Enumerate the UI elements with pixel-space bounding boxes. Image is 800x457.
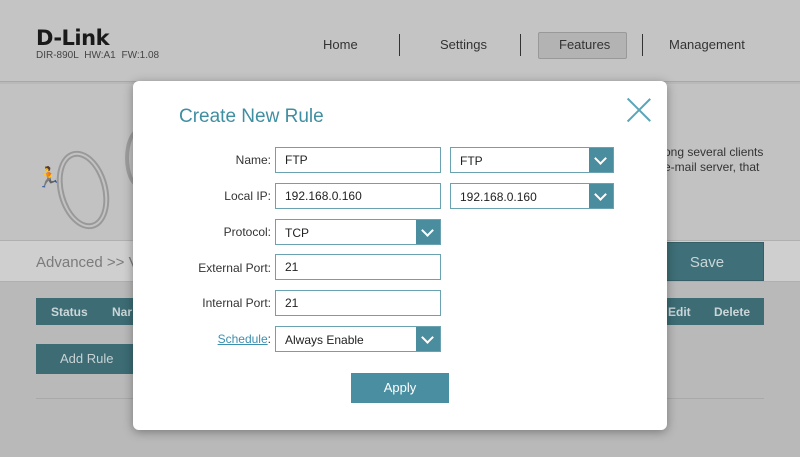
chevron-down-icon[interactable] bbox=[416, 327, 440, 351]
local-ip-field[interactable] bbox=[275, 183, 441, 209]
apply-button[interactable]: Apply bbox=[351, 373, 449, 403]
device-info: DIR-890L HW:A1 FW:1.08 bbox=[36, 50, 159, 61]
create-rule-dialog: Create New Rule Name: FTP Local IP: 192.… bbox=[133, 81, 667, 430]
external-port-label: External Port: bbox=[198, 261, 271, 275]
hero-description-line: e-mail server, that bbox=[664, 160, 760, 174]
local-ip-select[interactable]: 192.168.0.160 bbox=[450, 183, 614, 209]
nav-management[interactable]: Management bbox=[669, 37, 745, 52]
hero-description-line: ong several clients bbox=[664, 145, 764, 159]
name-input[interactable] bbox=[276, 148, 440, 172]
column-edit: Edit bbox=[668, 305, 691, 319]
save-button[interactable]: Save bbox=[650, 242, 764, 281]
nav-divider bbox=[520, 34, 521, 56]
schedule-value: Always Enable bbox=[285, 333, 364, 347]
chevron-down-icon[interactable] bbox=[589, 184, 613, 208]
internal-port-input[interactable] bbox=[276, 291, 440, 315]
name-label: Name: bbox=[235, 153, 271, 167]
hw-version: HW:A1 bbox=[84, 50, 116, 61]
nav-settings[interactable]: Settings bbox=[440, 37, 487, 52]
internal-port-field[interactable] bbox=[275, 290, 441, 316]
top-bar: D-Link DIR-890L HW:A1 FW:1.08 Home Setti… bbox=[0, 0, 800, 82]
chevron-down-icon[interactable] bbox=[416, 220, 440, 244]
model-name: DIR-890L bbox=[36, 50, 79, 61]
chevron-down-icon[interactable] bbox=[589, 148, 613, 172]
schedule-label-wrap: Schedule: bbox=[218, 332, 271, 346]
protocol-select[interactable]: TCP bbox=[275, 219, 441, 245]
schedule-link[interactable]: Schedule bbox=[218, 332, 268, 346]
protocol-label: Protocol: bbox=[223, 225, 271, 239]
dlink-logo: D-Link bbox=[36, 26, 110, 50]
protocol-value: TCP bbox=[285, 226, 309, 240]
name-select[interactable]: FTP bbox=[450, 147, 614, 173]
add-rule-button[interactable]: Add Rule bbox=[36, 344, 136, 374]
nav-divider bbox=[399, 34, 400, 56]
external-port-input[interactable] bbox=[276, 255, 440, 279]
column-name: Nar bbox=[112, 305, 133, 319]
column-delete: Delete bbox=[714, 305, 751, 319]
fw-version: FW:1.08 bbox=[121, 50, 160, 61]
internal-port-label: Internal Port: bbox=[202, 296, 271, 310]
nav-features[interactable]: Features bbox=[559, 37, 610, 52]
schedule-colon: : bbox=[267, 332, 271, 346]
schedule-select[interactable]: Always Enable bbox=[275, 326, 441, 352]
dialog-title: Create New Rule bbox=[179, 106, 324, 127]
name-select-value: FTP bbox=[460, 154, 483, 168]
name-field[interactable] bbox=[275, 147, 441, 173]
column-status: Status bbox=[51, 305, 88, 319]
nav-home[interactable]: Home bbox=[323, 37, 358, 52]
local-ip-label: Local IP: bbox=[224, 189, 271, 203]
breadcrumb: Advanced >> V bbox=[36, 254, 139, 271]
external-port-field[interactable] bbox=[275, 254, 441, 280]
close-icon[interactable] bbox=[627, 98, 651, 122]
local-ip-select-value: 192.168.0.160 bbox=[460, 190, 537, 204]
nav-divider bbox=[642, 34, 643, 56]
local-ip-input[interactable] bbox=[276, 184, 440, 208]
runner-icon: 🏃 bbox=[36, 167, 61, 189]
